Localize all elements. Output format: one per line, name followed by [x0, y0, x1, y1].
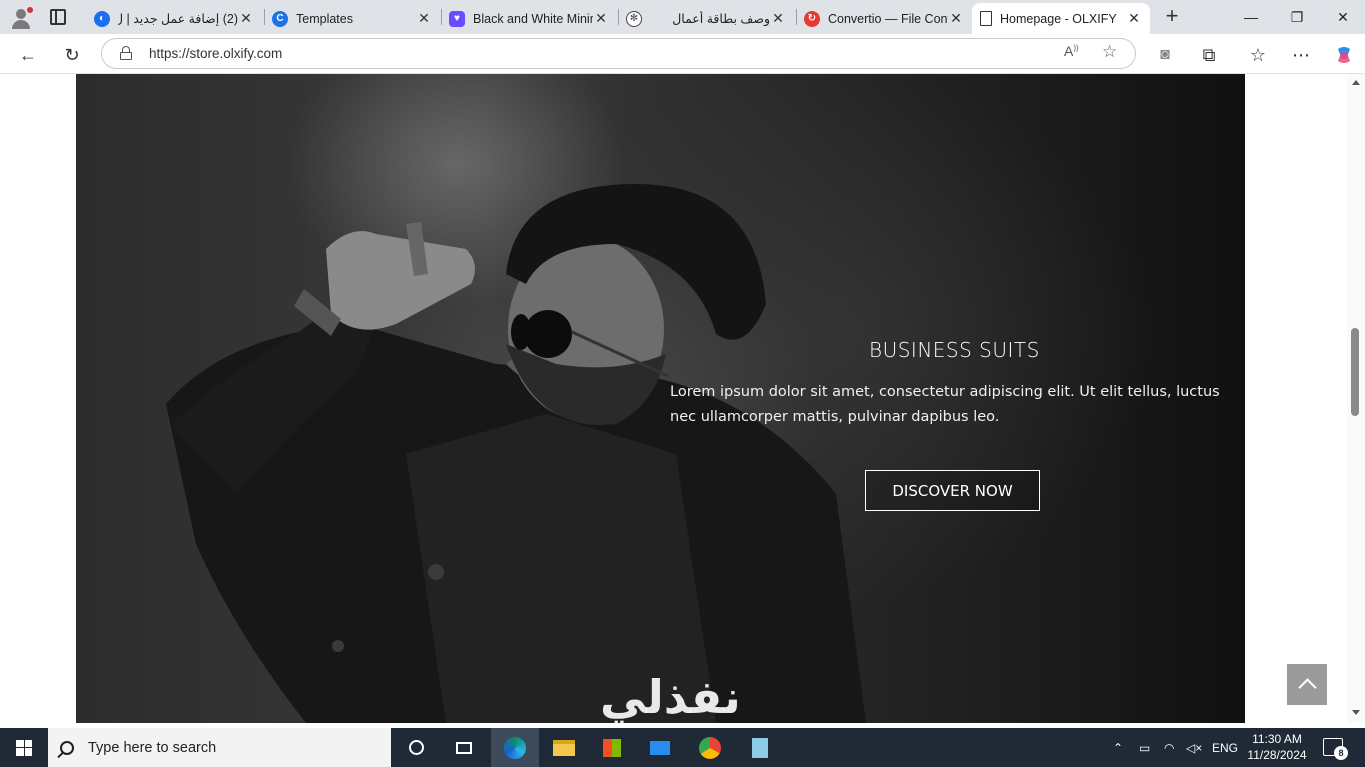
restore-button[interactable]: ❐ — [1274, 0, 1320, 34]
tab-close-icon[interactable]: ✕ — [770, 10, 786, 27]
tab-title: وصف بطاقة أعمال — [672, 12, 770, 26]
tab-title: Templates — [296, 11, 353, 26]
search-icon — [60, 740, 74, 755]
tab-close-icon[interactable]: ✕ — [593, 10, 609, 27]
scroll-up-arrow-icon[interactable] — [1352, 80, 1360, 85]
new-tab-button[interactable]: + — [1160, 5, 1184, 29]
store-icon[interactable] — [588, 728, 636, 767]
favorite-star-icon[interactable]: ☆ — [1102, 42, 1117, 62]
browser-tab-4[interactable]: ✻ وصف بطاقة أعمال ✕ — [618, 3, 794, 34]
minimize-button[interactable]: — — [1228, 0, 1274, 34]
hero-banner: BUSINESS SUITS Lorem ipsum dolor sit ame… — [76, 74, 1245, 723]
search-placeholder: Type here to search — [88, 739, 217, 756]
show-hidden-icons-icon[interactable]: ⌃ — [1113, 728, 1123, 767]
lock-icon[interactable] — [119, 46, 133, 60]
browser-tab-2[interactable]: C Templates ✕ — [264, 3, 440, 34]
volume-muted-icon[interactable]: ◁× — [1186, 728, 1202, 767]
tab-favicon-icon: C — [272, 10, 288, 27]
copilot-icon[interactable] — [1330, 41, 1358, 69]
scrollbar-thumb[interactable] — [1351, 328, 1359, 416]
watermark-logo: نفذلي — [600, 670, 742, 723]
hero-heading: BUSINESS SUITS — [869, 338, 1040, 362]
tab-favicon-icon: ◐ — [94, 10, 110, 27]
page-viewport: BUSINESS SUITS Lorem ipsum dolor sit ame… — [0, 74, 1347, 723]
tab-title: Black and White Minim — [473, 11, 593, 26]
tab-actions-icon[interactable] — [50, 9, 66, 25]
tab-close-icon[interactable]: ✕ — [238, 10, 254, 27]
browser-tab-5[interactable]: ↻ Convertio — File Conv ✕ — [796, 3, 972, 34]
clock-date: 11/28/2024 — [1247, 748, 1307, 762]
scroll-down-arrow-icon[interactable] — [1352, 710, 1360, 715]
wifi-icon[interactable]: ◠ — [1164, 728, 1174, 767]
tab-title: (2) إضافة عمل جديد | ل — [118, 12, 238, 26]
favorites-list-icon[interactable]: ☆ — [1244, 41, 1272, 69]
notepad-icon[interactable] — [736, 728, 784, 767]
discover-now-button[interactable]: DISCOVER NOW — [865, 470, 1040, 511]
refresh-icon[interactable]: ↻ — [58, 41, 86, 69]
mail-icon[interactable] — [636, 728, 684, 767]
edge-taskbar-icon[interactable] — [491, 728, 539, 767]
back-to-top-button[interactable] — [1287, 664, 1327, 705]
clock-time: 11:30 AM — [1252, 732, 1302, 746]
taskbar-search-box[interactable]: Type here to search — [48, 728, 391, 767]
tab-favicon-icon: ↻ — [804, 10, 820, 27]
extensions-puzzle-icon[interactable]: ⧉ — [1195, 41, 1223, 69]
clock[interactable]: 11:30 AM 11/28/2024 — [1244, 731, 1310, 763]
tab-close-icon[interactable]: ✕ — [1126, 10, 1142, 27]
tab-close-icon[interactable]: ✕ — [948, 10, 964, 27]
battery-icon[interactable]: ▭ — [1139, 728, 1150, 767]
profile-avatar-icon[interactable] — [8, 5, 34, 31]
screenshot-camera-icon[interactable]: ◙ — [1151, 41, 1179, 69]
browser-tab-active[interactable]: Homepage - OLXIFY ✕ — [972, 3, 1150, 34]
tab-close-icon[interactable]: ✕ — [416, 10, 432, 27]
settings-more-icon[interactable]: ⋯ — [1287, 41, 1315, 69]
file-explorer-icon[interactable] — [540, 728, 588, 767]
windows-taskbar: Type here to search ⌃ ▭ ◠ ◁× ENG 11:30 A… — [0, 728, 1365, 767]
close-window-button[interactable]: ✕ — [1320, 0, 1365, 34]
windows-logo-icon — [16, 739, 32, 756]
back-arrow-icon[interactable]: ← — [14, 41, 42, 69]
tab-title: Homepage - OLXIFY — [1000, 11, 1117, 26]
url-text[interactable]: https://store.olxify.com — [149, 46, 282, 61]
browser-tab-3[interactable]: ♥ Black and White Minim ✕ — [441, 3, 617, 34]
tab-strip: ◐ (2) إضافة عمل جديد | ل ✕ C Templates ✕… — [0, 0, 1365, 34]
tab-title: Convertio — File Conv — [828, 11, 948, 26]
browser-tab-1[interactable]: ◐ (2) إضافة عمل جديد | ل ✕ — [86, 3, 262, 34]
page-scrollbar[interactable] — [1347, 74, 1365, 723]
chatgpt-favicon-icon: ✻ — [626, 10, 642, 27]
task-view-icon[interactable] — [440, 728, 488, 767]
start-button[interactable] — [0, 728, 48, 767]
language-indicator[interactable]: ENG — [1212, 728, 1238, 767]
notification-center-icon[interactable]: 8 — [1323, 738, 1348, 760]
read-aloud-icon[interactable]: A)) — [1064, 43, 1079, 59]
hero-description: Lorem ipsum dolor sit amet, consectetur … — [670, 384, 1220, 425]
notification-count: 8 — [1334, 746, 1348, 760]
address-bar[interactable]: https://store.olxify.com A)) ☆ — [101, 38, 1136, 69]
page-favicon-icon — [980, 11, 992, 26]
tab-favicon-icon: ♥ — [449, 10, 465, 27]
chrome-icon[interactable] — [686, 728, 734, 767]
browser-toolbar: ← ↻ https://store.olxify.com A)) ☆ ◙ ⧉ ☆… — [0, 34, 1365, 74]
cortana-icon[interactable] — [392, 728, 440, 767]
